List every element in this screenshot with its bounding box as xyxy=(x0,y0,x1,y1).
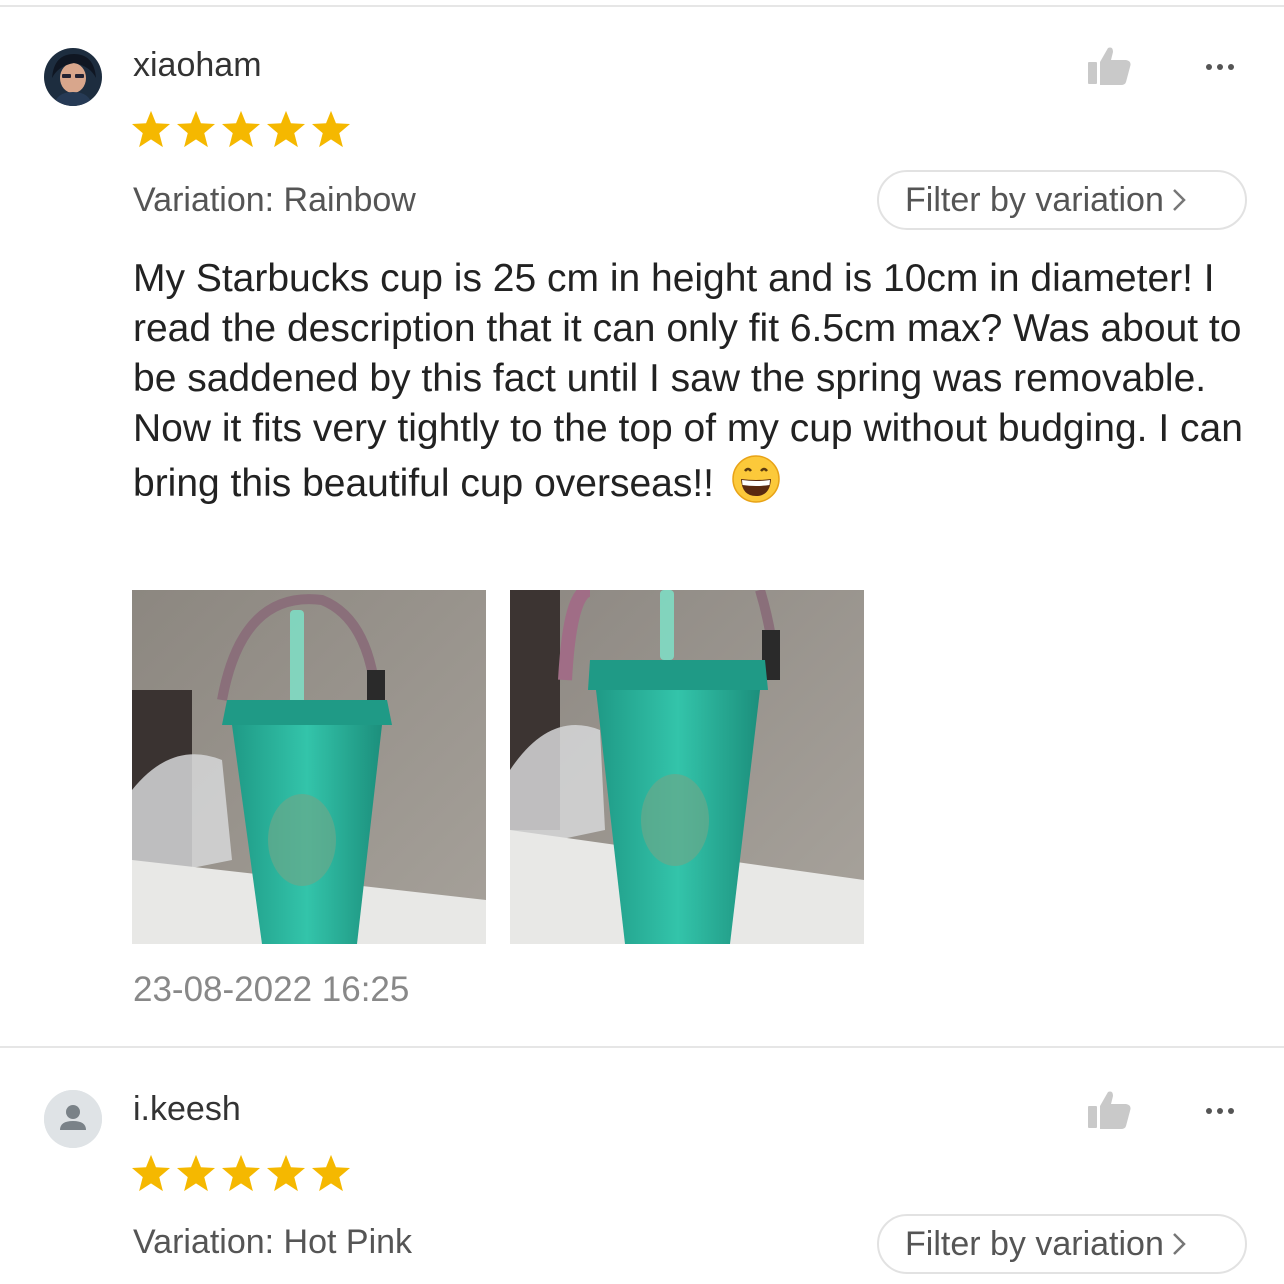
review-item: i.keesh Variation: Hot Pink Filter by va… xyxy=(0,1046,1284,1284)
avatar[interactable] xyxy=(44,48,102,106)
user-photo-avatar-image xyxy=(44,48,102,106)
avatar[interactable] xyxy=(44,1090,102,1148)
more-options-icon[interactable] xyxy=(1206,64,1234,70)
star-icon xyxy=(222,110,260,148)
chevron-right-icon xyxy=(1172,189,1186,211)
star-icon xyxy=(132,110,170,148)
review-photo[interactable] xyxy=(510,590,864,944)
filter-by-variation-button[interactable]: Filter by variation xyxy=(877,1214,1247,1274)
star-icon xyxy=(312,110,350,148)
star-rating xyxy=(131,1154,351,1192)
green-cup-photo-image xyxy=(510,590,864,944)
review-comment: My Starbucks cup is 25 cm in height and … xyxy=(133,254,1243,509)
star-icon xyxy=(177,1154,215,1192)
more-options-icon[interactable] xyxy=(1206,1108,1234,1114)
thumbs-up-icon[interactable] xyxy=(1086,44,1134,88)
star-icon xyxy=(177,110,215,148)
star-icon xyxy=(267,110,305,148)
review-item: xiaoham Variation: Rainbow Filter by var… xyxy=(0,0,1284,1046)
variation-label: Variation: Hot Pink xyxy=(133,1223,413,1261)
chevron-right-icon xyxy=(1172,1233,1186,1255)
filter-by-variation-button[interactable]: Filter by variation xyxy=(877,170,1247,230)
star-icon xyxy=(132,1154,170,1192)
variation-label: Variation: Rainbow xyxy=(133,181,416,219)
review-timestamp: 23-08-2022 16:25 xyxy=(133,970,410,1009)
filter-button-label: Filter by variation xyxy=(905,1224,1164,1263)
star-icon xyxy=(267,1154,305,1192)
user-silhouette-icon xyxy=(44,1090,102,1148)
username[interactable]: i.keesh xyxy=(133,1090,241,1129)
green-cup-photo-image xyxy=(132,590,486,944)
filter-button-label: Filter by variation xyxy=(905,180,1164,219)
thumbs-up-icon[interactable] xyxy=(1086,1088,1134,1132)
star-rating xyxy=(131,110,351,148)
star-icon xyxy=(222,1154,260,1192)
grinning-face-emoji-icon xyxy=(732,455,780,503)
review-photo[interactable] xyxy=(132,590,486,944)
star-icon xyxy=(312,1154,350,1192)
username[interactable]: xiaoham xyxy=(133,46,262,85)
review-comment-text: My Starbucks cup is 25 cm in height and … xyxy=(133,257,1243,505)
